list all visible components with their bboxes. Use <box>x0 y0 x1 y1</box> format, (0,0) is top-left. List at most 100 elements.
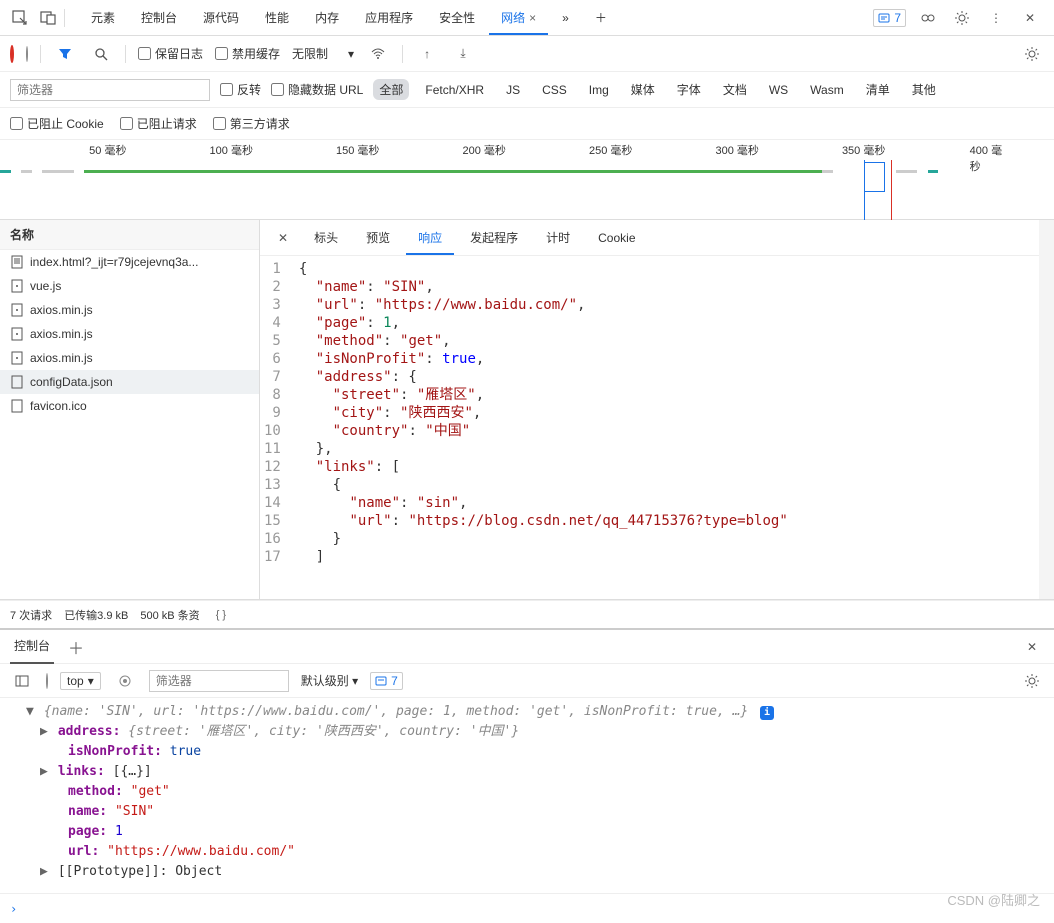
inspect-icon[interactable] <box>8 6 32 30</box>
disable-cache-checkbox[interactable]: 禁用缓存 <box>215 45 280 62</box>
gear-icon[interactable] <box>1020 42 1044 66</box>
console-filter-input[interactable] <box>149 670 289 692</box>
tab-security[interactable]: 安全性 <box>427 1 487 34</box>
detail-tab-initiator[interactable]: 发起程序 <box>458 221 530 254</box>
third-party-checkbox[interactable]: 第三方请求 <box>213 115 290 132</box>
live-expression-icon[interactable] <box>113 669 137 693</box>
close-drawer-icon[interactable]: ✕ <box>1020 635 1044 659</box>
console-input[interactable]: › <box>0 893 1054 923</box>
type-other[interactable]: 其他 <box>906 79 942 100</box>
request-row[interactable]: configData.json <box>0 370 259 394</box>
filter-input[interactable] <box>10 79 210 101</box>
request-row[interactable]: axios.min.js <box>0 322 259 346</box>
prompt-icon: › <box>10 902 17 916</box>
wifi-icon[interactable] <box>366 42 390 66</box>
separator <box>402 45 403 63</box>
settings-sync-icon[interactable] <box>916 6 940 30</box>
gear-icon[interactable] <box>950 6 974 30</box>
network-toolbar: 保留日志 禁用缓存 无限制 ▾ ↑ ⤓ <box>0 36 1054 72</box>
response-body[interactable]: 1234567891011121314151617 { "name": "SIN… <box>260 256 1039 599</box>
tab-application[interactable]: 应用程序 <box>353 1 425 34</box>
type-ws[interactable]: WS <box>763 81 794 99</box>
close-icon[interactable]: × <box>529 11 536 25</box>
preserve-log-checkbox[interactable]: 保留日志 <box>138 45 203 62</box>
timeline-overview[interactable]: 50 毫秒 100 毫秒 150 毫秒 200 毫秒 250 毫秒 300 毫秒… <box>0 140 1054 220</box>
request-detail: ✕ 标头 预览 响应 发起程序 计时 Cookie 12345678910111… <box>260 220 1039 599</box>
tab-add[interactable]: ＋ <box>583 1 619 34</box>
scrollbar[interactable] <box>1039 220 1054 599</box>
clear-console-button[interactable] <box>46 674 48 688</box>
request-name: axios.min.js <box>30 327 93 341</box>
tab-performance[interactable]: 性能 <box>253 1 301 34</box>
console-output[interactable]: ▼ {name: 'SIN', url: 'https://www.baidu.… <box>0 698 1054 893</box>
download-icon[interactable]: ⤓ <box>451 42 475 66</box>
blocked-cookies-checkbox[interactable]: 已阻止 Cookie <box>10 115 104 132</box>
type-all[interactable]: 全部 <box>373 79 409 100</box>
hide-data-urls-checkbox[interactable]: 隐藏数据 URL <box>271 81 363 98</box>
console-toolbar: top ▾ 默认级别 ▾ 7 <box>0 664 1054 698</box>
detail-tab-timing[interactable]: 计时 <box>534 221 582 254</box>
info-icon[interactable]: i <box>760 706 774 720</box>
device-icon[interactable] <box>36 6 60 30</box>
type-manifest[interactable]: 清单 <box>860 79 896 100</box>
kebab-icon[interactable]: ⋮ <box>984 6 1008 30</box>
issues-badge[interactable]: 7 <box>873 9 906 27</box>
detail-tab-cookies[interactable]: Cookie <box>586 223 647 253</box>
add-drawer-tab[interactable]: ＋ <box>68 635 84 659</box>
record-button[interactable] <box>10 47 14 61</box>
status-requests: 7 次请求 <box>10 607 52 623</box>
type-doc[interactable]: 文档 <box>717 79 753 100</box>
tab-network[interactable]: 网络× <box>489 1 548 34</box>
log-level-select[interactable]: 默认级别 ▾ <box>301 672 358 689</box>
braces-icon[interactable]: { } <box>216 609 226 621</box>
type-media[interactable]: 媒体 <box>625 79 661 100</box>
tab-console[interactable]: 控制台 <box>129 1 189 34</box>
gear-icon[interactable] <box>1020 669 1044 693</box>
filter-icon[interactable] <box>53 42 77 66</box>
upload-icon[interactable]: ↑ <box>415 42 439 66</box>
request-row[interactable]: favicon.ico <box>0 394 259 418</box>
console-tab[interactable]: 控制台 <box>10 629 54 664</box>
clear-button[interactable] <box>26 47 28 61</box>
type-js[interactable]: JS <box>500 81 526 99</box>
request-row[interactable]: index.html?_ijt=r79jcejevnq3a... <box>0 250 259 274</box>
search-icon[interactable] <box>89 42 113 66</box>
request-name: index.html?_ijt=r79jcejevnq3a... <box>30 255 198 269</box>
blocked-requests-checkbox[interactable]: 已阻止请求 <box>120 115 197 132</box>
timeline-tick: 250 毫秒 <box>589 142 632 158</box>
file-icon <box>10 279 24 293</box>
timeline-tick: 50 毫秒 <box>89 142 126 158</box>
type-wasm[interactable]: Wasm <box>804 81 850 99</box>
file-icon <box>10 399 24 413</box>
tab-memory[interactable]: 内存 <box>303 1 351 34</box>
type-img[interactable]: Img <box>583 81 615 99</box>
timeline-tick: 350 毫秒 <box>842 142 885 158</box>
throttle-select[interactable]: 无限制 ▾ <box>292 45 354 62</box>
context-select[interactable]: top ▾ <box>60 672 101 690</box>
request-row[interactable]: axios.min.js <box>0 298 259 322</box>
tab-elements[interactable]: 元素 <box>79 1 127 34</box>
detail-tab-headers[interactable]: 标头 <box>302 221 350 254</box>
file-icon <box>10 351 24 365</box>
sidebar-toggle-icon[interactable] <box>10 669 34 693</box>
invert-checkbox[interactable]: 反转 <box>220 81 261 98</box>
console-issues-badge[interactable]: 7 <box>370 672 403 690</box>
request-name: axios.min.js <box>30 351 93 365</box>
type-css[interactable]: CSS <box>536 81 573 99</box>
detail-tab-preview[interactable]: 预览 <box>354 221 402 254</box>
network-filter-bar-2: 已阻止 Cookie 已阻止请求 第三方请求 <box>0 108 1054 140</box>
tab-more[interactable]: » <box>550 3 581 33</box>
close-detail-icon[interactable]: ✕ <box>268 225 298 251</box>
panel-tabs: 元素 控制台 源代码 性能 内存 应用程序 安全性 网络× » ＋ <box>79 1 869 34</box>
file-icon <box>10 327 24 341</box>
type-font[interactable]: 字体 <box>671 79 707 100</box>
request-row[interactable]: axios.min.js <box>0 346 259 370</box>
close-devtools-icon[interactable]: ✕ <box>1018 6 1042 30</box>
console-drawer: 控制台 ＋ ✕ top ▾ 默认级别 ▾ 7 ▼ {name: 'SIN', u… <box>0 628 1054 923</box>
request-list-header[interactable]: 名称 <box>0 220 259 250</box>
tab-sources[interactable]: 源代码 <box>191 1 251 34</box>
status-transferred: 已传输3.9 kB <box>64 607 128 623</box>
type-fetch-xhr[interactable]: Fetch/XHR <box>419 81 490 99</box>
detail-tab-response[interactable]: 响应 <box>406 221 454 254</box>
request-row[interactable]: vue.js <box>0 274 259 298</box>
